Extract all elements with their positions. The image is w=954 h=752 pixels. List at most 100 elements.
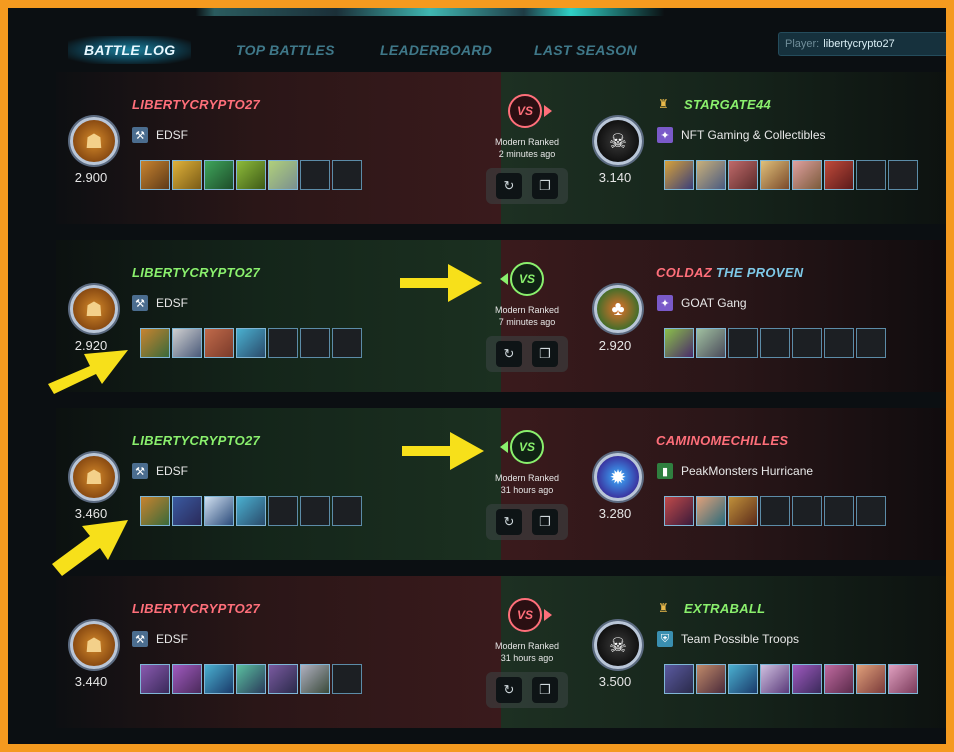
card-slot[interactable] [140,160,170,190]
card-slot-empty [760,328,790,358]
battle-row[interactable]: ☗ 2.900 LIBERTYCRYPTO27 ⚒ EDSF VS Modern … [56,72,946,224]
player-name[interactable]: LIBERTYCRYPTO27 [132,97,260,112]
tab-last-season[interactable]: LAST SEASON [534,36,637,64]
opponent-guild[interactable]: ✦ GOAT Gang [657,295,747,311]
card-slot[interactable] [172,496,202,526]
opponent-name[interactable]: COLDAZ THE PROVEN [656,265,803,280]
card-slot[interactable] [792,160,822,190]
card-slot[interactable] [760,664,790,694]
card-slot[interactable] [172,664,202,694]
card-slot[interactable] [792,664,822,694]
card-slot[interactable] [824,664,854,694]
card-slot[interactable] [856,664,886,694]
vs-badge: VS [510,430,544,464]
card-slot[interactable] [696,160,726,190]
player-name[interactable]: LIBERTYCRYPTO27 [132,265,260,280]
player-name[interactable]: LIBERTYCRYPTO27 [132,433,260,448]
card-slot[interactable] [204,160,234,190]
tab-leaderboard[interactable]: LEADERBOARD [380,36,492,64]
player-team [140,328,364,358]
card-slot-empty [760,496,790,526]
card-slot[interactable] [172,160,202,190]
opponent-avatar[interactable]: ☠ [594,117,642,165]
card-slot[interactable] [696,328,726,358]
annotation-arrow-right-icon [400,264,482,302]
opponent-avatar[interactable]: ♣ [594,285,642,333]
player-guild[interactable]: ⚒ EDSF [132,631,188,647]
card-slot[interactable] [236,160,266,190]
player-rating: 2.900 [74,170,108,185]
annotation-arrow-up-right-icon [48,350,128,394]
monster-icon: ✹ [609,466,627,489]
opponent-guild[interactable]: ✦ NFT Gaming & Collectibles [657,127,826,143]
opponent-name-main: COLDAZ [656,265,712,280]
opponent-guild-name: NFT Gaming & Collectibles [681,128,826,142]
card-slot[interactable] [664,664,694,694]
card-slot[interactable] [236,496,266,526]
card-slot[interactable] [696,664,726,694]
card-slot[interactable] [236,328,266,358]
card-slot[interactable] [268,664,298,694]
player-team [140,664,364,694]
opponent-guild[interactable]: ▮ PeakMonsters Hurricane [657,463,813,479]
player-guild[interactable]: ⚒ EDSF [132,127,188,143]
card-slot[interactable] [760,160,790,190]
replay-icon[interactable]: ↻ [496,173,522,199]
player-avatar[interactable]: ☗ [70,621,118,669]
card-slot[interactable] [728,160,758,190]
opponent-name[interactable]: STARGATE44 [684,97,771,112]
card-slot[interactable] [664,160,694,190]
copy-icon[interactable]: ❐ [532,509,558,535]
copy-icon[interactable]: ❐ [532,341,558,367]
card-slot[interactable] [728,496,758,526]
copy-icon[interactable]: ❐ [532,677,558,703]
card-slot[interactable] [204,496,234,526]
replay-icon[interactable]: ↻ [496,341,522,367]
opponent-guild[interactable]: ⛨ Team Possible Troops [657,631,799,647]
card-slot[interactable] [140,664,170,694]
battle-row[interactable]: ☗ 2.920 LIBERTYCRYPTO27 ⚒ EDSF VS Modern … [56,240,946,392]
replay-icon[interactable]: ↻ [496,677,522,703]
player-avatar[interactable]: ☗ [70,453,118,501]
card-slot-empty [332,328,362,358]
card-slot[interactable] [888,664,918,694]
card-slot[interactable] [824,160,854,190]
card-slot[interactable] [664,496,694,526]
card-slot[interactable] [204,664,234,694]
battle-row[interactable]: ☗ 3.440 LIBERTYCRYPTO27 ⚒ EDSF VS Modern … [56,576,946,728]
opponent-team [664,496,888,526]
guild-banner-icon: ✦ [657,295,673,311]
card-slot[interactable] [172,328,202,358]
opponent-name[interactable]: EXTRABALL [684,601,765,616]
player-name[interactable]: LIBERTYCRYPTO27 [132,601,260,616]
card-slot[interactable] [140,328,170,358]
player-guild[interactable]: ⚒ EDSF [132,295,188,311]
tab-top-battles[interactable]: TOP BATTLES [236,36,335,64]
player-avatar[interactable]: ☗ [70,285,118,333]
card-slot[interactable] [236,664,266,694]
opponent-avatar[interactable]: ✹ [594,453,642,501]
card-slot[interactable] [140,496,170,526]
battle-row[interactable]: ☗ 3.460 LIBERTYCRYPTO27 ⚒ EDSF VS Modern … [56,408,946,560]
player-avatar[interactable]: ☗ [70,117,118,165]
tab-battle-log[interactable]: BATTLE LOG [68,36,192,64]
card-slot[interactable] [728,664,758,694]
player-guild[interactable]: ⚒ EDSF [132,463,188,479]
card-slot[interactable] [204,328,234,358]
opponent-name[interactable]: CAMINOMECHILLES [656,433,788,448]
opponent-avatar[interactable]: ☠ [594,621,642,669]
card-slot-empty [888,160,918,190]
opponent-guild-name: Team Possible Troops [681,632,800,646]
card-slot[interactable] [664,328,694,358]
card-slot[interactable] [268,160,298,190]
card-slot-empty [824,496,854,526]
monster-icon: ☠ [609,634,627,657]
battle-time: 2 minutes ago [498,149,556,159]
card-slot[interactable] [696,496,726,526]
replay-icon[interactable]: ↻ [496,509,522,535]
player-search-input[interactable]: Player: libertycrypto27 [778,32,946,56]
card-slot[interactable] [300,664,330,694]
copy-icon[interactable]: ❐ [532,173,558,199]
battle-time: 31 hours ago [500,653,554,663]
player-side [56,576,501,728]
